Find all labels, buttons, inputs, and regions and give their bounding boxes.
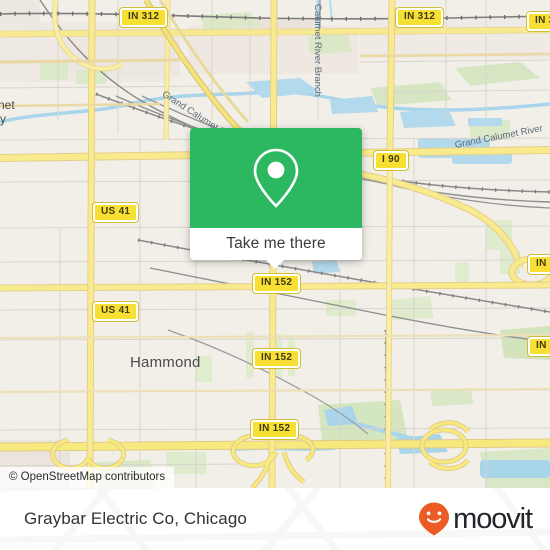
moovit-brand-logo[interactable]: moovit — [417, 501, 533, 537]
highway-shield-us41-north[interactable]: US 41 — [93, 203, 139, 222]
highway-shield-in15-edge-mid[interactable]: IN 15 — [528, 337, 550, 356]
callout-icon-area — [190, 128, 362, 228]
moovit-map-page: Hammond Grand Calumet River Grand Calume… — [0, 0, 550, 550]
highway-shield-i90[interactable]: I 90 — [374, 151, 408, 170]
take-me-there-button[interactable]: Take me there — [190, 228, 362, 260]
highway-shield-in152-upper[interactable]: IN 152 — [253, 274, 301, 293]
highway-shield-in152-lower[interactable]: IN 152 — [251, 420, 299, 439]
highway-shield-in15-edge-upper[interactable]: IN 15 — [528, 255, 550, 274]
highway-shield-in152-mid[interactable]: IN 152 — [253, 349, 301, 368]
page-footer: Graybar Electric Co, Chicago moovit — [0, 488, 550, 550]
moovit-wordmark: moovit — [453, 503, 533, 535]
callout-pointer-tail — [266, 260, 284, 269]
highway-shield-in312-east[interactable]: IN 312 — [396, 8, 444, 27]
map-canvas[interactable]: Hammond Grand Calumet River Grand Calume… — [0, 0, 550, 488]
map-attribution[interactable]: © OpenStreetMap contributors — [0, 467, 175, 488]
highway-shield-in312-west[interactable]: IN 312 — [120, 8, 168, 27]
take-me-there-label: Take me there — [226, 235, 326, 252]
highway-shield-in3-edge[interactable]: IN 3 — [527, 12, 550, 31]
highway-shield-us41-south[interactable]: US 41 — [93, 302, 139, 321]
location-pin-icon — [253, 148, 299, 208]
place-callout-card[interactable]: Take me there — [190, 128, 362, 260]
moovit-pin-smile-icon — [419, 502, 450, 536]
place-title: Graybar Electric Co, Chicago — [24, 509, 247, 528]
